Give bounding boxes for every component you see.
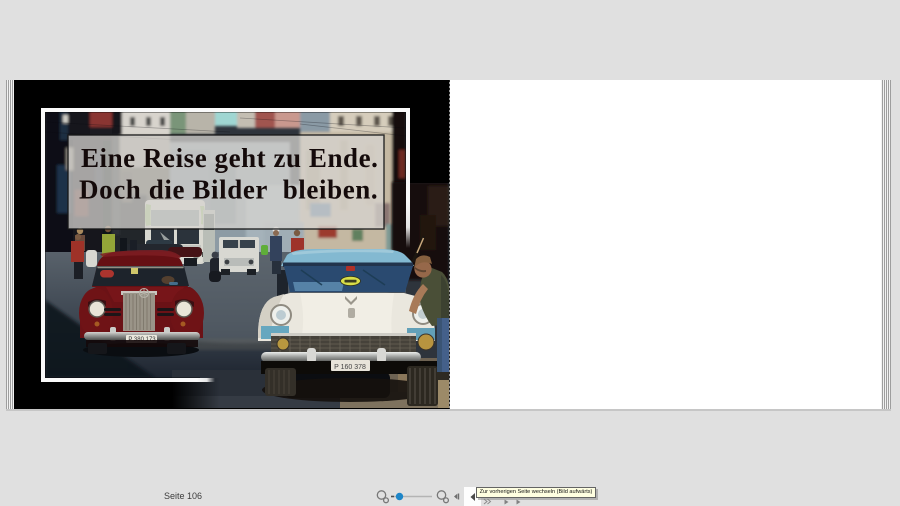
svg-text:Doch die Bilder bleiben.: Doch die Bilder bleiben. xyxy=(79,175,378,205)
svg-text:P 160 378: P 160 378 xyxy=(334,364,366,371)
svg-text:Eine Reise geht zu Ende.: Eine Reise geht zu Ende. xyxy=(81,143,378,173)
